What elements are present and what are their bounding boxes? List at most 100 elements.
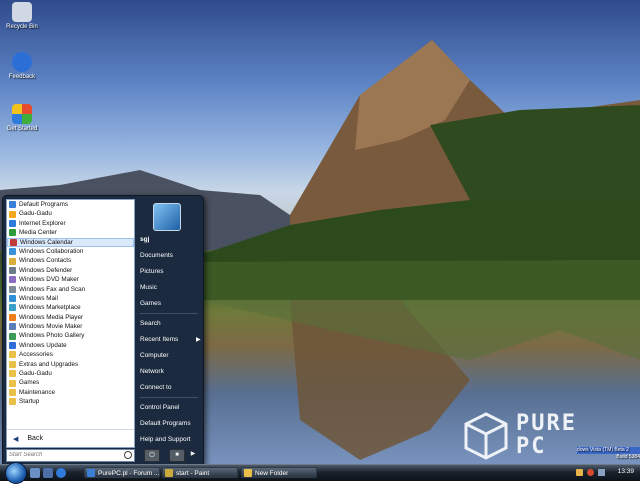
program-item[interactable]: Gadu-Gadu [7, 209, 134, 218]
taskbar-button-label: New Folder [255, 470, 289, 477]
separator [140, 397, 198, 398]
program-item[interactable]: Windows Mail [7, 294, 134, 303]
program-item[interactable]: Windows Photo Gallery [7, 331, 134, 340]
program-item[interactable]: Windows Calendar [7, 237, 134, 247]
program-icon [9, 219, 16, 227]
back-button[interactable]: ◀ Back [7, 429, 134, 447]
program-label: Windows Marketplace [19, 304, 81, 312]
get-started-icon [12, 104, 32, 124]
program-icon [9, 332, 16, 340]
folder-icon [9, 370, 16, 378]
program-icon [10, 238, 17, 246]
program-item[interactable]: Games [7, 378, 134, 387]
switch-windows-icon[interactable] [43, 468, 53, 478]
program-item[interactable]: Windows Collaboration [7, 247, 134, 256]
menu-pictures[interactable]: Pictures [140, 268, 163, 275]
taskbar-button-label: start - Paint [176, 470, 210, 477]
desktop-icon-recycle-bin[interactable]: Recycle Bin [0, 2, 44, 30]
desktop-icon-get-started[interactable]: Get Started [0, 104, 44, 132]
program-item[interactable]: Default Programs [7, 200, 134, 209]
program-label: Internet Explorer [19, 219, 66, 227]
version-line1: dows Vista (TM) Beta 2 [577, 447, 640, 454]
chevron-right-icon: ▶ [190, 451, 196, 457]
menu-documents[interactable]: Documents [140, 252, 173, 259]
folder-icon [9, 389, 16, 396]
program-item[interactable]: Gadu-Gadu [7, 369, 134, 378]
program-icon [9, 285, 16, 293]
program-item[interactable]: Media Center [7, 228, 134, 237]
menu-search[interactable]: Search [140, 320, 161, 327]
vista-build-info: dows Vista (TM) Beta 2 Build 5384 [577, 447, 640, 461]
tray-security-icon[interactable] [587, 469, 594, 476]
menu-games[interactable]: Games [140, 300, 161, 307]
program-label: Windows Photo Gallery [19, 332, 85, 340]
start-search-box[interactable] [6, 449, 135, 462]
menu-network[interactable]: Network [140, 368, 164, 375]
menu-default-programs[interactable]: Default Programs [140, 420, 191, 427]
user-picture-avatar[interactable] [153, 203, 181, 231]
folder-icon [9, 351, 16, 359]
program-label: Windows Movie Maker [19, 323, 83, 331]
menu-computer[interactable]: Computer [140, 352, 169, 359]
program-item[interactable]: Internet Explorer [7, 219, 134, 228]
program-item[interactable]: Maintenance [7, 388, 134, 397]
program-label: Extras and Upgrades [19, 360, 79, 368]
program-item[interactable]: Windows DVD Maker [7, 275, 134, 284]
tray-alert-icon[interactable] [576, 469, 583, 476]
start-search-input[interactable] [7, 450, 119, 459]
menu-connect-to[interactable]: Connect to [140, 384, 171, 391]
menu-music[interactable]: Music [140, 284, 157, 291]
taskbar-button-new-folder[interactable]: New Folder [241, 467, 317, 478]
folder-icon [9, 398, 16, 406]
program-label: Games [19, 379, 40, 387]
program-item[interactable]: Accessories [7, 350, 134, 359]
program-item[interactable]: Windows Movie Maker [7, 322, 134, 331]
desktop-icon-label: Get Started [6, 126, 38, 132]
tray-network-icon[interactable] [598, 469, 605, 476]
submenu-arrow-icon: ▶ [196, 337, 201, 343]
program-label: Windows Update [19, 341, 67, 349]
program-icon [9, 257, 16, 265]
program-item[interactable]: Windows Fax and Scan [7, 285, 134, 294]
program-label: Gadu-Gadu [19, 370, 52, 378]
program-label: Windows Defender [19, 266, 73, 274]
start-menu-left-pane: Default Programs Gadu-Gadu Internet Explor… [6, 199, 135, 448]
program-item[interactable]: Windows Contacts [7, 256, 134, 265]
program-label: Gadu-Gadu [19, 210, 52, 218]
program-label: Windows Contacts [19, 257, 72, 265]
program-icon [9, 323, 16, 331]
program-icon [9, 304, 16, 312]
taskbar-button-paint[interactable]: start - Paint [162, 467, 238, 478]
start-menu-right-pane: sgj Documents Pictures Music Games Searc… [137, 199, 201, 446]
program-item[interactable]: Windows Marketplace [7, 303, 134, 312]
menu-recent-items[interactable]: Recent Items [140, 336, 178, 343]
menu-help-and-support[interactable]: Help and Support [140, 436, 191, 443]
program-item[interactable]: Windows Update [7, 341, 134, 350]
power-options-arrow[interactable]: ▶ [187, 449, 199, 460]
program-item[interactable]: Startup [7, 397, 134, 406]
taskbar-button-purepc[interactable]: PurePC.pl - Forum ... [84, 467, 160, 478]
clock[interactable]: 13:39 [618, 468, 634, 475]
version-line2: Build 5384 [616, 454, 640, 460]
search-icon[interactable] [124, 451, 132, 459]
program-item[interactable]: Extras and Upgrades [7, 360, 134, 369]
program-label: Windows Collaboration [19, 247, 84, 255]
internet-explorer-icon[interactable] [56, 468, 66, 478]
user-name[interactable]: sgj [140, 236, 149, 243]
program-label: Maintenance [19, 388, 56, 396]
taskbar-button-label: PurePC.pl - Forum ... [98, 470, 160, 477]
program-label: Windows Mail [19, 294, 58, 302]
program-item[interactable]: Windows Defender [7, 266, 134, 275]
start-orb-button[interactable] [5, 462, 27, 484]
program-label: Windows Fax and Scan [19, 285, 86, 293]
show-desktop-icon[interactable] [30, 468, 40, 478]
taskbar: PurePC.pl - Forum ... start - Paint New … [0, 462, 640, 484]
program-icon [9, 342, 16, 350]
lock-button[interactable]: ■ [169, 449, 185, 462]
desktop-icon-feedback[interactable]: Feedback [0, 52, 44, 80]
program-icon [9, 266, 16, 274]
menu-control-panel[interactable]: Control Panel [140, 404, 179, 411]
program-item[interactable]: Windows Media Player [7, 313, 134, 322]
power-button[interactable]: ⏻ [144, 449, 160, 462]
program-icon [9, 229, 16, 237]
